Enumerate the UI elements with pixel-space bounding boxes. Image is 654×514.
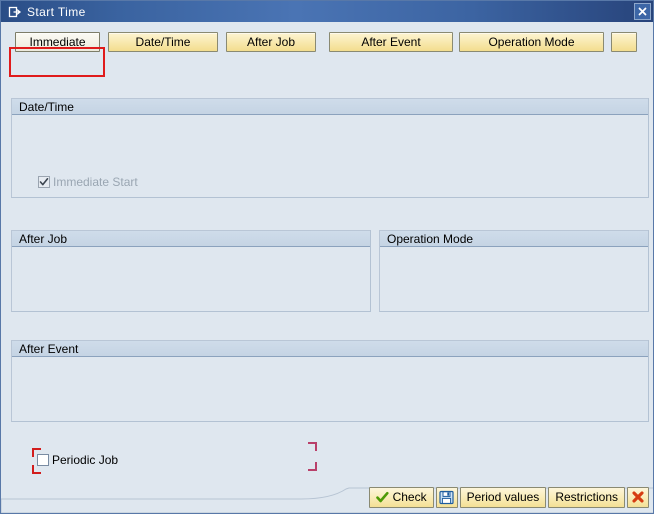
start-time-mode-tabstrip: Immediate Date/Time After Job After Event Op… [1,24,653,60]
groupbox-date-time-title: Date/Time [19,99,74,114]
dialog-action-toolbar: Check Period values Restrictions [368,486,649,508]
tab-operation-mode[interactable]: Operation Mode [459,32,604,52]
groupbox-operation-mode-header: Operation Mode [380,230,648,247]
annotation-bracket-top-right [308,442,317,451]
groupbox-after-job-title: After Job [19,231,68,246]
tab-label: Immediate [29,35,86,49]
groupbox-after-event: After Event [11,340,649,422]
period-values-button[interactable]: Period values [459,486,547,508]
periodic-job-checkbox-row[interactable]: Periodic Job [37,453,118,467]
tab-extra-button[interactable] [611,32,637,52]
tab-label: Operation Mode [488,35,575,49]
groupbox-after-event-header: After Event [12,340,648,357]
immediate-start-checkbox[interactable] [38,176,50,188]
periodic-job-label: Periodic Job [52,453,119,467]
close-icon[interactable] [634,3,651,20]
tab-immediate[interactable]: Immediate [15,32,100,52]
window-title: Start Time [27,4,86,19]
restrictions-button[interactable]: Restrictions [548,486,625,508]
groupbox-operation-mode-title: Operation Mode [387,231,474,246]
save-button[interactable] [435,486,458,508]
groupbox-after-job-body [12,247,370,311]
red-x-button[interactable] [627,486,649,508]
green-check-icon [375,491,389,504]
immediate-start-checkbox-row[interactable]: Immediate Start [38,175,138,189]
groupbox-after-job-header: After Job [12,230,370,247]
groupbox-date-time-body: Immediate Start [12,115,648,197]
tab-label: Date/Time [135,35,191,49]
annotation-bracket-bottom-right [308,462,317,471]
toolbar-button-label: Check [392,490,427,504]
tab-after-job[interactable]: After Job [226,32,316,52]
toolbar-button-label: Period values [466,490,540,504]
groupbox-after-event-title: After Event [19,341,79,356]
periodic-job-checkbox[interactable] [37,454,49,466]
groupbox-operation-mode-body [380,247,648,311]
groupbox-after-event-body [12,357,648,421]
tab-label: After Job [246,35,296,49]
groupbox-date-time: Date/Time Immediate Start [11,98,649,198]
start-time-dialog: Start Time Immediate Date/Time After Job Af… [0,0,654,514]
title-bar: Start Time [1,1,653,22]
groupbox-after-job: After Job [11,230,371,312]
tab-date-time[interactable]: Date/Time [108,32,218,52]
check-button[interactable]: Check [368,486,434,508]
groupbox-date-time-header: Date/Time [12,98,648,115]
immediate-start-label: Immediate Start [53,175,138,189]
tab-label: After Event [361,35,421,49]
save-icon [439,490,454,505]
groupbox-operation-mode: Operation Mode [379,230,649,312]
tab-after-event[interactable]: After Event [329,32,453,52]
toolbar-button-label: Restrictions [555,490,618,504]
red-x-icon [631,490,645,504]
window-arrow-icon [8,5,22,19]
